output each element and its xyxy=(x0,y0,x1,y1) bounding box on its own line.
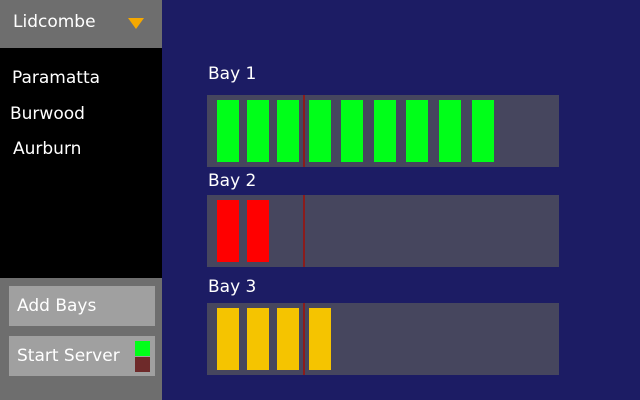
bay-slot-occupied xyxy=(374,100,396,162)
location-item-paramatta[interactable]: Paramatta xyxy=(12,68,100,88)
bay-slot-occupied xyxy=(439,100,461,162)
bay-divider xyxy=(303,303,305,375)
server-status-on-indicator xyxy=(135,341,150,356)
bay-slot-occupied xyxy=(217,308,239,370)
bay-divider xyxy=(303,195,305,267)
bay-2-label: Bay 2 xyxy=(208,171,257,191)
bay-divider xyxy=(303,95,305,167)
bay-slot-occupied xyxy=(277,308,299,370)
bay-slot-occupied xyxy=(341,100,363,162)
start-server-button[interactable]: Start Server xyxy=(9,336,155,376)
bay-slot-occupied xyxy=(217,200,239,262)
add-bays-button[interactable]: Add Bays xyxy=(9,286,155,326)
bay-slot-occupied xyxy=(309,308,331,370)
bay-slot-occupied xyxy=(247,308,269,370)
bay-slot-occupied xyxy=(472,100,494,162)
server-status-off-indicator xyxy=(135,357,150,372)
bay-3-track xyxy=(207,303,559,375)
bay-slot-occupied xyxy=(309,100,331,162)
bay-slot-occupied xyxy=(247,200,269,262)
bay-slot-occupied xyxy=(247,100,269,162)
chevron-down-icon[interactable] xyxy=(128,18,144,29)
location-dropdown-selected: Lidcombe xyxy=(13,12,96,32)
bay-1-track xyxy=(207,95,559,167)
bay-slot-occupied xyxy=(277,100,299,162)
bay-slot-occupied xyxy=(406,100,428,162)
bay-1-label: Bay 1 xyxy=(208,64,257,84)
location-item-aurburn[interactable]: Aurburn xyxy=(13,139,81,159)
location-item-burwood[interactable]: Burwood xyxy=(10,104,85,124)
location-dropdown[interactable]: Lidcombe xyxy=(0,0,162,48)
bay-3-label: Bay 3 xyxy=(208,277,257,297)
bay-slot-occupied xyxy=(217,100,239,162)
bay-2-track xyxy=(207,195,559,267)
